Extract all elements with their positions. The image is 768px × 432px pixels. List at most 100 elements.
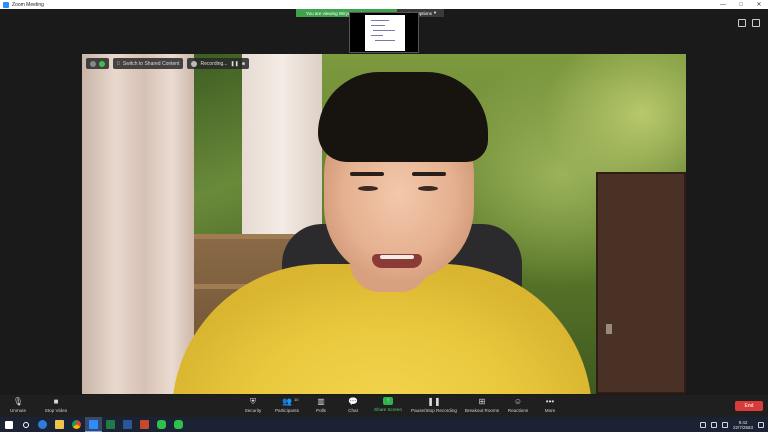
encryption-shield-icon [99, 60, 105, 67]
taskbar-line-2[interactable] [170, 417, 187, 432]
meeting-toolbar: 🎙 Unmute ■ Stop Video ⛨ Security 👥 10 Pa… [0, 395, 768, 417]
doc-line [371, 25, 385, 26]
taskbar-edge[interactable] [34, 417, 51, 432]
cabinet-knob [606, 324, 612, 334]
search-button[interactable] [17, 417, 34, 432]
person-eye [358, 186, 378, 191]
volume-icon[interactable] [710, 421, 717, 428]
zoom-app-icon [3, 1, 9, 8]
chat-bubble-icon: 💬 [348, 397, 358, 406]
meeting-stage: You are viewing Wirya Panthum's screen V… [0, 9, 768, 395]
line-icon [174, 420, 183, 429]
edge-icon [38, 420, 47, 429]
powerpoint-icon [140, 420, 149, 429]
smiley-icon: ☺ [513, 397, 523, 406]
taskbar-line[interactable] [153, 417, 170, 432]
network-icon[interactable] [699, 421, 706, 428]
person-hair [318, 72, 488, 162]
switch-to-shared-content-label: Switch to Shared Content [122, 60, 180, 67]
connection-status[interactable] [86, 58, 109, 69]
taskbar-clock[interactable]: 9:42 22/7/2563 [733, 420, 753, 430]
participants-count: 10 [294, 397, 299, 402]
person-mouth [372, 254, 422, 268]
doc-line [371, 35, 383, 36]
fullscreen-icon[interactable] [752, 19, 760, 27]
person-teeth [380, 255, 414, 259]
person-eyebrow [412, 172, 446, 176]
shared-document-page [365, 15, 405, 51]
taskbar-chrome[interactable] [68, 417, 85, 432]
chat-label: Chat [348, 408, 358, 413]
info-icon [90, 60, 96, 67]
recording-icon [191, 60, 198, 67]
windows-taskbar: 9:42 22/7/2563 [0, 417, 768, 432]
polls-icon: ▥ [317, 397, 325, 406]
breakout-rooms-icon: ⊞ [478, 397, 486, 406]
pause-stop-icon: ❚❚ [427, 397, 441, 406]
more-label: More [544, 408, 556, 413]
shield-icon: ⛨ [250, 397, 256, 406]
switch-to-shared-content-button[interactable]: ⁞⁞ Switch to Shared Content [113, 58, 184, 69]
participants-icon: 👥 [282, 397, 292, 406]
end-meeting-button[interactable]: End [735, 401, 763, 411]
pause-icon[interactable]: ❚❚ [230, 61, 238, 67]
maximize-button[interactable]: □ [732, 0, 750, 9]
taskbar-zoom[interactable] [85, 417, 102, 432]
language-icon[interactable] [721, 421, 728, 428]
shared-screen-thumbnail[interactable] [349, 12, 419, 53]
top-right-controls [738, 19, 760, 27]
word-icon [123, 420, 132, 429]
search-icon [22, 421, 29, 428]
system-tray: 9:42 22/7/2563 [699, 417, 764, 432]
line-icon [157, 420, 166, 429]
breakout-rooms-label: Breakout Rooms [464, 408, 500, 413]
doc-line [371, 20, 389, 21]
video-camera-icon: ■ [53, 397, 59, 406]
window-title-bar: Zoom Meeting — □ ✕ [0, 0, 768, 9]
person-eye [418, 186, 438, 191]
chevron-down-icon: ▾ [433, 10, 437, 15]
zoom-icon [89, 419, 98, 429]
microphone-muted-icon: 🎙 [12, 397, 24, 406]
foreground-curtain [82, 54, 194, 394]
pause-stop-recording-button[interactable]: ❚❚ Pause/Stop Recording [411, 397, 457, 413]
video-overlay-bar: ⁞⁞ Switch to Shared Content Recording...… [86, 58, 249, 69]
taskbar-powerpoint[interactable] [136, 417, 153, 432]
chrome-icon [72, 420, 81, 429]
recording-indicator-label: Recording... [200, 60, 228, 67]
recording-indicator[interactable]: Recording... ❚❚ ■ [187, 58, 249, 69]
notifications-icon[interactable] [758, 421, 764, 428]
taskbar-file-explorer[interactable] [51, 417, 68, 432]
folder-icon [55, 420, 64, 429]
gallery-view-icon[interactable] [738, 19, 746, 27]
background-curtain [242, 54, 322, 244]
grid-icon: ⁞⁞ [117, 60, 120, 67]
background-cabinet [596, 172, 686, 394]
stop-icon[interactable]: ■ [242, 61, 245, 67]
windows-logo-icon [4, 420, 13, 429]
stop-video-label: Stop Video [44, 408, 68, 413]
share-screen-label: Share Screen [373, 407, 403, 412]
share-screen-button[interactable]: ↑ Share Screen [366, 397, 410, 412]
minimize-button[interactable]: — [714, 0, 732, 9]
polls-label: Polls [316, 408, 326, 413]
reactions-label: Reactions [507, 408, 529, 413]
participants-label: Participants [274, 408, 299, 413]
participant-video: ⁞⁞ Switch to Shared Content Recording...… [82, 54, 686, 394]
clock-date: 22/7/2563 [732, 424, 753, 430]
excel-icon [106, 420, 115, 429]
taskbar-excel[interactable] [102, 417, 119, 432]
window-title: Zoom Meeting [12, 1, 44, 8]
taskbar-word[interactable] [119, 417, 136, 432]
pause-stop-recording-label: Pause/Stop Recording [411, 408, 457, 413]
doc-line [373, 30, 395, 31]
security-label: Security [244, 408, 262, 413]
more-dots-icon: ••• [545, 397, 555, 406]
doc-line [375, 40, 395, 41]
more-button[interactable]: ••• More [528, 397, 572, 413]
close-button[interactable]: ✕ [750, 0, 768, 9]
start-button[interactable] [0, 417, 17, 432]
window-controls: — □ ✕ [714, 0, 768, 9]
person-eyebrow [350, 172, 384, 176]
stop-video-button[interactable]: ■ Stop Video [34, 397, 78, 413]
